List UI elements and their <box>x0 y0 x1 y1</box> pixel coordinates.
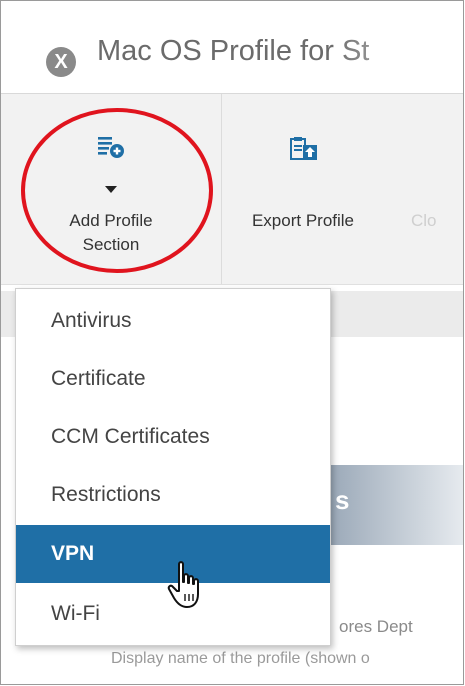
annotation-circle <box>21 108 213 273</box>
profile-name-value: ores Dept <box>339 617 413 636</box>
title-bar: X Mac OS Profile for St <box>1 1 463 94</box>
menu-item-certificate[interactable]: Certificate <box>16 350 330 408</box>
export-profile-label: Export Profile <box>251 211 355 230</box>
menu-item-restrictions[interactable]: Restrictions <box>16 466 330 524</box>
section-header-text: s <box>335 485 350 515</box>
export-profile-icon <box>290 137 317 160</box>
window-frame: X Mac OS Profile for St Add Profile Sect… <box>0 0 464 685</box>
profile-name-hint: Display name of the profile (shown o <box>111 650 370 667</box>
menu-item-ccm-certificates[interactable]: CCM Certificates <box>16 408 330 466</box>
page-title: Mac OS Profile for St <box>97 35 370 67</box>
clone-label: Clo <box>411 211 437 230</box>
menu-item-antivirus[interactable]: Antivirus <box>16 292 330 350</box>
hand-cursor-icon <box>167 561 199 608</box>
clone-button[interactable]: Clo <box>411 94 463 284</box>
export-profile-button[interactable]: Export Profile <box>223 94 383 284</box>
x-circle-icon: X <box>46 47 76 77</box>
title-fade-overlay <box>331 21 463 81</box>
